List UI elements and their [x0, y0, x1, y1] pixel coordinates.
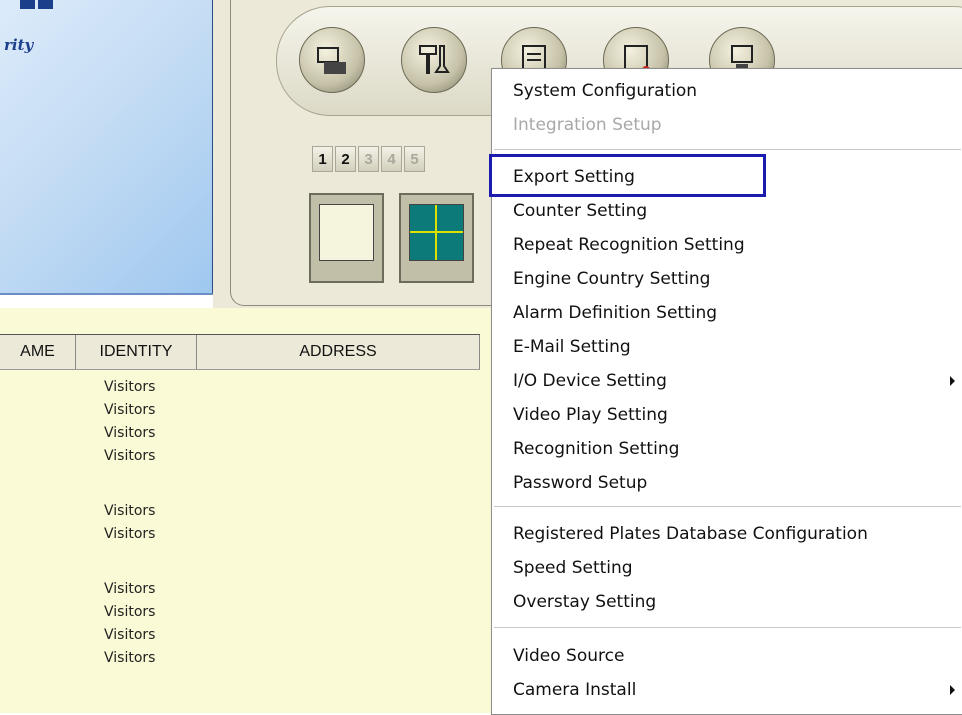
single-view-layout-button[interactable]	[309, 193, 384, 283]
menu-separator	[494, 627, 961, 628]
menu-item-io-device-setting[interactable]: I/O Device Setting	[513, 366, 667, 396]
camera-monitor-icon[interactable]	[299, 27, 365, 93]
menu-item-video-source[interactable]: Video Source	[513, 641, 624, 671]
page-button-4[interactable]: 4	[381, 146, 402, 172]
logo-text: rity	[4, 36, 34, 54]
page-number-buttons: 1 2 3 4 5	[312, 146, 427, 172]
column-header-identity[interactable]: IDENTITY	[76, 335, 197, 369]
identity-cell: Visitors	[104, 526, 156, 542]
menu-item-camera-install[interactable]: Camera Install	[513, 675, 636, 705]
menu-separator	[494, 149, 961, 150]
menu-item-alarm-definition-setting[interactable]: Alarm Definition Setting	[513, 298, 717, 328]
identity-cell: Visitors	[104, 425, 156, 441]
menu-separator	[494, 506, 961, 507]
menu-item-registered-plates-database-configuration[interactable]: Registered Plates Database Configuration	[513, 519, 868, 549]
menu-item-overstay-setting[interactable]: Overstay Setting	[513, 587, 656, 617]
identity-cell: Visitors	[104, 650, 156, 666]
page-button-2[interactable]: 2	[335, 146, 356, 172]
identity-cell: Visitors	[104, 581, 156, 597]
identity-cell: Visitors	[104, 503, 156, 519]
menu-item-password-setup[interactable]: Password Setup	[513, 468, 647, 498]
tools-icon[interactable]	[401, 27, 467, 93]
table-header: AME IDENTITY ADDRESS	[0, 334, 480, 370]
identity-cell: Visitors	[104, 627, 156, 643]
menu-item-counter-setting[interactable]: Counter Setting	[513, 196, 647, 226]
menu-item-recognition-setting[interactable]: Recognition Setting	[513, 434, 679, 464]
column-header-address[interactable]: ADDRESS	[197, 335, 480, 369]
identity-cell: Visitors	[104, 448, 156, 464]
column-header-name[interactable]: AME	[0, 335, 76, 369]
logo-squares	[20, 0, 56, 13]
menu-item-email-setting[interactable]: E-Mail Setting	[513, 332, 631, 362]
identity-cell: Visitors	[104, 402, 156, 418]
page-button-1[interactable]: 1	[312, 146, 333, 172]
page-button-5[interactable]: 5	[404, 146, 425, 172]
submenu-arrow-icon	[950, 376, 955, 386]
logo-panel: rity	[0, 0, 214, 295]
export-setting-highlight	[489, 154, 766, 197]
menu-item-video-play-setting[interactable]: Video Play Setting	[513, 400, 668, 430]
menu-item-system-configuration[interactable]: System Configuration	[513, 76, 697, 106]
identity-cell: Visitors	[104, 379, 156, 395]
quad-view-layout-button[interactable]	[399, 193, 474, 283]
menu-item-integration-setup: Integration Setup	[513, 115, 662, 135]
menu-item-speed-setting[interactable]: Speed Setting	[513, 553, 633, 583]
menu-item-engine-country-setting[interactable]: Engine Country Setting	[513, 264, 710, 294]
submenu-arrow-icon	[950, 685, 955, 695]
menu-item-repeat-recognition-setting[interactable]: Repeat Recognition Setting	[513, 230, 745, 260]
page-button-3[interactable]: 3	[358, 146, 379, 172]
identity-cell: Visitors	[104, 604, 156, 620]
